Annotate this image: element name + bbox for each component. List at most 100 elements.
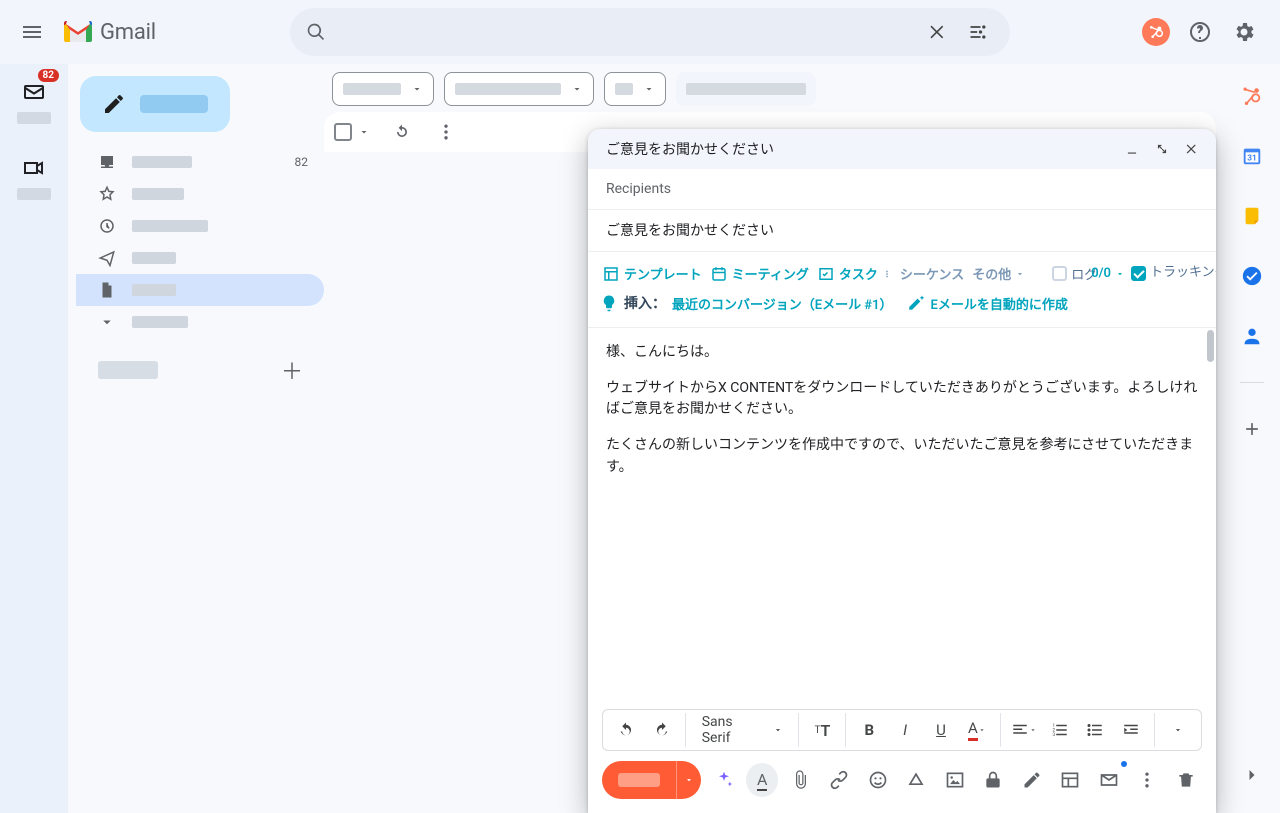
undo-button[interactable] xyxy=(609,713,643,747)
folder-label xyxy=(132,284,176,296)
filter-chip-2[interactable] xyxy=(604,72,666,106)
hs-log-checkbox[interactable] xyxy=(1052,266,1067,281)
show-side-panel-button[interactable] xyxy=(1238,761,1266,789)
hs-insert-value[interactable]: 最近のコンバージョン（Eメール #1） xyxy=(672,294,893,313)
compose-title: ご意見をお聞かせください xyxy=(606,139,774,159)
refresh-button[interactable] xyxy=(390,120,414,144)
formatting-toolbar: Sans Serif TT B I U A 123 xyxy=(602,709,1202,751)
bold-button[interactable]: B xyxy=(852,713,886,747)
signature-button[interactable] xyxy=(1015,763,1048,797)
hs-counter[interactable]: 0/0 xyxy=(1089,264,1127,283)
link-button[interactable] xyxy=(823,763,856,797)
sidebar-folder-4[interactable] xyxy=(76,274,324,306)
discard-button[interactable] xyxy=(1170,763,1203,797)
hubspot-sparkle-button[interactable] xyxy=(707,763,740,797)
indent-button[interactable] xyxy=(1114,713,1148,747)
body-p2: ウェブサイトからX CONTENTをダウンロードしていただきありがとうございます… xyxy=(606,378,1198,421)
sidebar-folder-5[interactable] xyxy=(76,306,324,338)
clear-search-button[interactable] xyxy=(918,12,958,52)
emoji-button[interactable] xyxy=(861,763,894,797)
compose-button[interactable] xyxy=(80,76,230,132)
support-button[interactable] xyxy=(1180,12,1220,52)
rail-mail-label xyxy=(17,112,51,124)
font-picker[interactable]: Sans Serif xyxy=(692,714,793,746)
sidebar-folder-2[interactable] xyxy=(76,210,324,242)
mail-icon xyxy=(22,80,46,104)
lightbulb-icon xyxy=(600,294,618,312)
attach-button[interactable] xyxy=(784,763,817,797)
image-button[interactable] xyxy=(938,763,971,797)
bullet-list-button[interactable] xyxy=(1079,713,1113,747)
search-bar[interactable] xyxy=(290,8,1010,56)
text-color-button[interactable]: A xyxy=(960,713,994,747)
sp-contacts[interactable] xyxy=(1232,316,1272,356)
add-label-button[interactable]: ＋ xyxy=(278,356,306,384)
underline-button[interactable]: U xyxy=(924,713,958,747)
search-input[interactable] xyxy=(330,8,918,56)
sp-calendar[interactable]: 31 xyxy=(1232,136,1272,176)
pencil-icon xyxy=(102,92,126,116)
chip-label xyxy=(686,83,806,95)
select-all[interactable] xyxy=(334,123,370,141)
main-menu-button[interactable] xyxy=(8,8,56,56)
confidential-button[interactable] xyxy=(977,763,1010,797)
search-options-button[interactable] xyxy=(958,12,998,52)
close-button[interactable] xyxy=(1180,137,1204,161)
recipients-field[interactable]: Recipients xyxy=(588,169,1216,210)
schedule-send-button[interactable] xyxy=(1092,763,1125,797)
sidebar-folder-1[interactable] xyxy=(76,178,324,210)
folder-label xyxy=(132,188,184,200)
logo[interactable]: Gmail xyxy=(64,20,284,45)
more-button[interactable] xyxy=(434,120,458,144)
sidebar-folder-3[interactable] xyxy=(76,242,324,274)
hs-tracking-checkbox[interactable] xyxy=(1131,266,1146,281)
search-icon xyxy=(302,22,330,42)
hubspot-extension-button[interactable] xyxy=(1136,12,1176,52)
align-button[interactable] xyxy=(1007,713,1041,747)
more-options-button[interactable] xyxy=(1131,763,1164,797)
hs-auto-write[interactable]: Eメールを自動的に作成 xyxy=(931,294,1068,313)
filter-chip-0[interactable] xyxy=(332,72,434,106)
hs-other[interactable]: その他 xyxy=(970,262,1027,285)
hs-sequence[interactable]: シーケンス xyxy=(898,262,966,285)
fullscreen-button[interactable] xyxy=(1150,137,1174,161)
rail-mail[interactable]: 82 xyxy=(16,74,52,110)
main-content: 31 ご意見をお聞かせください Recipients テンプ xyxy=(324,64,1280,813)
compose-header[interactable]: ご意見をお聞かせください xyxy=(588,129,1216,169)
subject-field[interactable] xyxy=(588,210,1216,252)
more-formatting-button[interactable] xyxy=(1161,713,1195,747)
settings-button[interactable] xyxy=(1224,12,1264,52)
hs-tracking-label: トラッキング xyxy=(1150,266,1206,280)
layout-button[interactable] xyxy=(1054,763,1087,797)
subject-input[interactable] xyxy=(606,222,1198,238)
sp-addons[interactable] xyxy=(1232,409,1272,449)
rail-meet[interactable] xyxy=(16,150,52,186)
sp-hubspot[interactable] xyxy=(1232,76,1272,116)
filter-chip-1[interactable] xyxy=(444,72,594,106)
font-size-button[interactable]: TT xyxy=(805,713,839,747)
hamburger-icon xyxy=(20,20,44,44)
hs-template[interactable]: テンプレート xyxy=(600,262,704,285)
wand-icon xyxy=(907,294,925,312)
compose-label xyxy=(140,95,208,113)
send-icon xyxy=(98,249,116,267)
text-format-toggle[interactable]: A xyxy=(746,763,779,797)
compose-body[interactable]: 様、こんにちは。 ウェブサイトからX CONTENTをダウンロードしていただきあ… xyxy=(588,328,1216,709)
folder-label xyxy=(132,252,176,264)
filter-chip-3[interactable] xyxy=(676,72,816,106)
drive-button[interactable] xyxy=(900,763,933,797)
filter-chips xyxy=(324,72,1216,112)
send-button[interactable] xyxy=(602,761,701,799)
sp-keep[interactable] xyxy=(1232,196,1272,236)
hs-log-label: ログ xyxy=(1071,264,1085,283)
hs-meeting[interactable]: ミーティング xyxy=(708,262,811,285)
scrollbar[interactable] xyxy=(1207,330,1214,362)
italic-button[interactable]: I xyxy=(888,713,922,747)
redo-button[interactable] xyxy=(645,713,679,747)
hs-task[interactable]: タスク xyxy=(815,262,894,285)
numbered-list-button[interactable]: 123 xyxy=(1043,713,1077,747)
send-options-button[interactable] xyxy=(676,761,701,799)
minimize-button[interactable] xyxy=(1120,137,1144,161)
sidebar-folder-0[interactable]: 82 xyxy=(76,146,324,178)
sp-tasks[interactable] xyxy=(1232,256,1272,296)
